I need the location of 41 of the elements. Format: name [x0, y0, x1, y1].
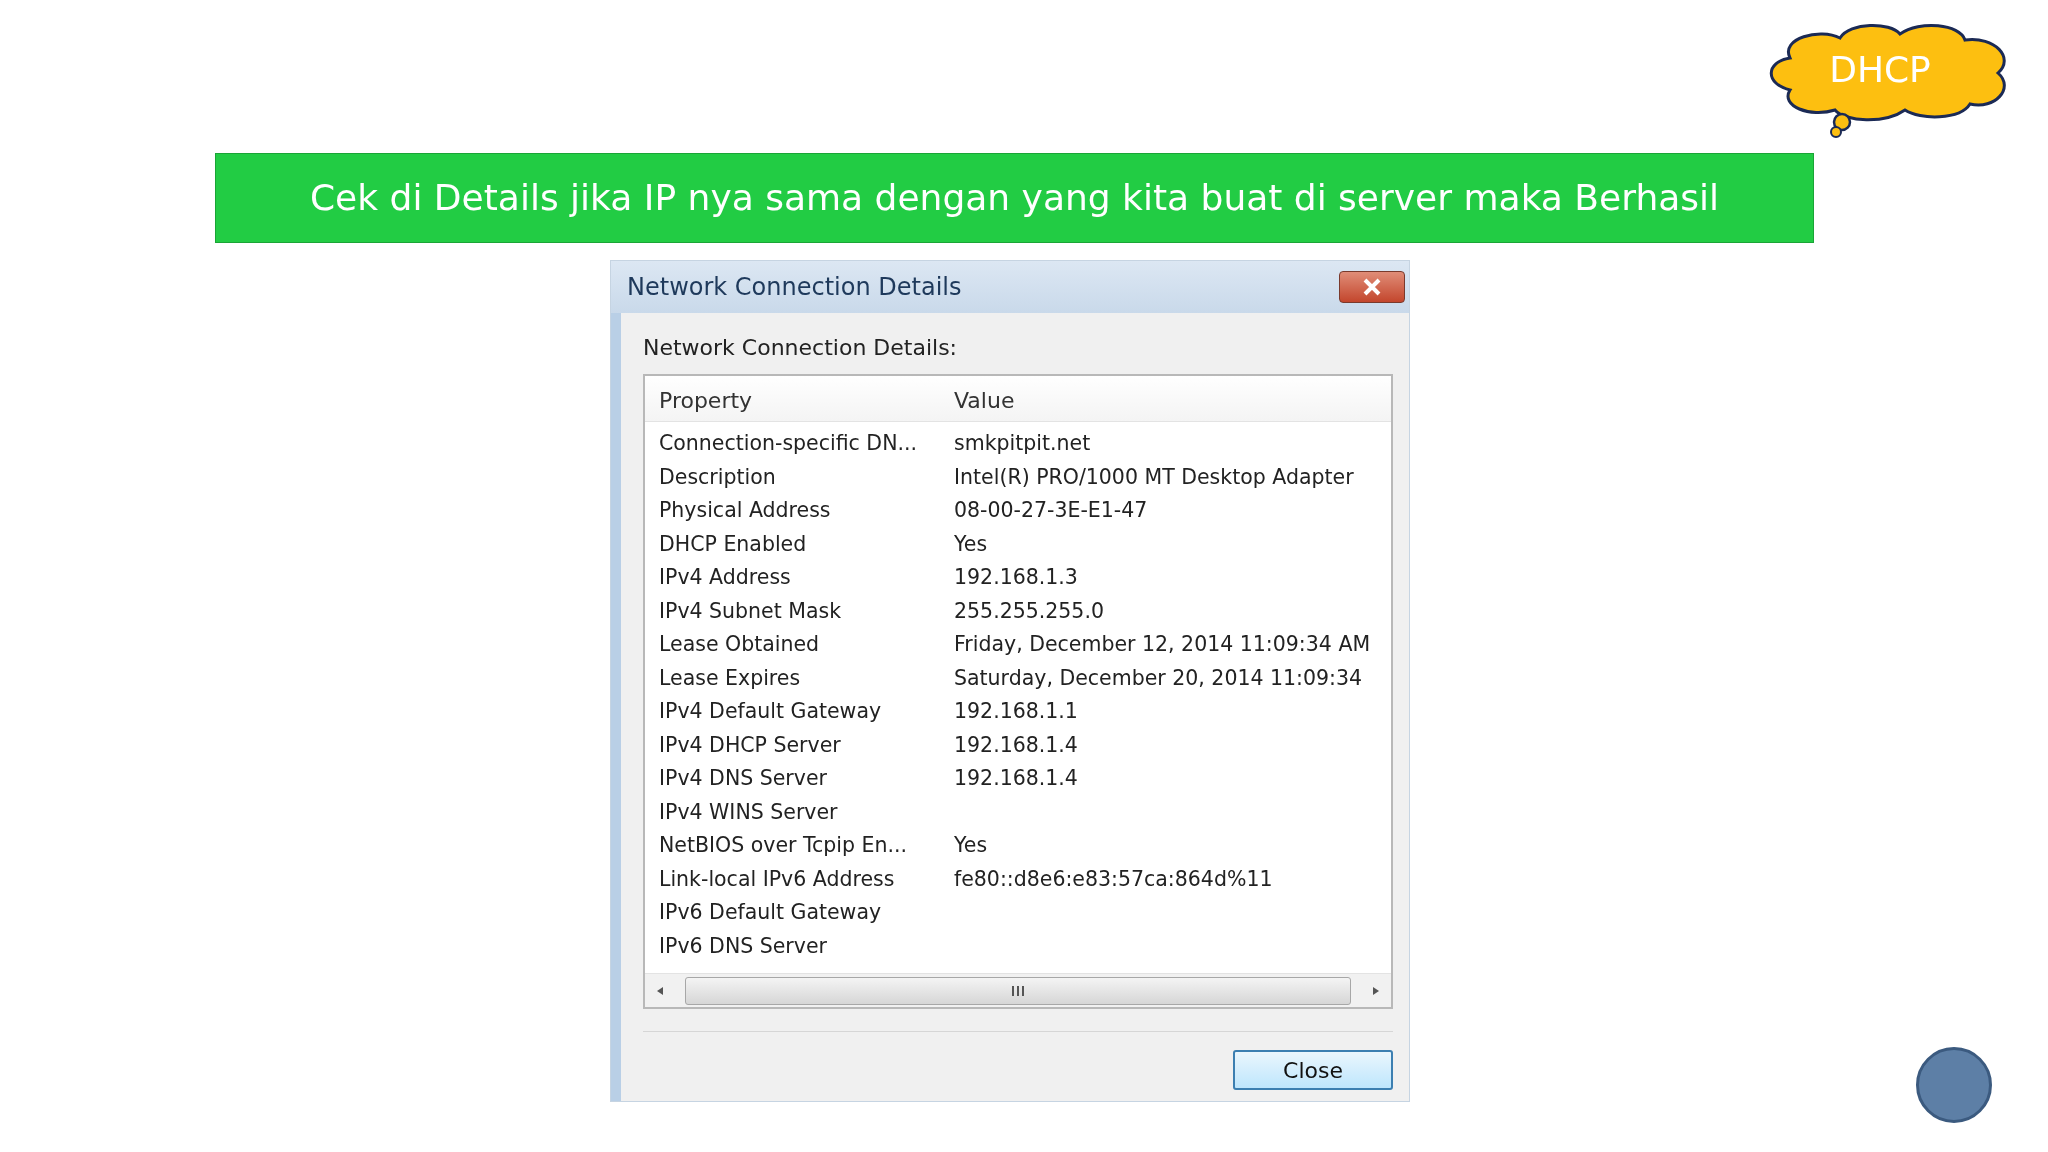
value-cell: 192.168.1.3 — [954, 565, 1078, 589]
value-cell: Yes — [954, 531, 988, 556]
property-cell: IPv6 Default Gateway — [659, 900, 882, 924]
property-cell: NetBIOS over Tcpip En... — [659, 833, 908, 857]
property-cell: IPv4 WINS Server — [659, 799, 838, 824]
property-cell: IPv4 Subnet Mask — [659, 598, 842, 623]
value-cell: smkpitpit.net — [954, 431, 1091, 455]
caption-label: Network Connection Details: — [643, 334, 958, 362]
value-cell: 255.255.255.0 — [954, 598, 1104, 623]
window-title: Network Connection Details — [627, 272, 963, 303]
value-cell: Intel(R) PRO/1000 MT Desktop Adapter — [954, 464, 1354, 489]
value-cell: 08-00-27-3E-E1-47 — [954, 498, 1148, 522]
property-cell: Description — [659, 464, 776, 489]
horizontal-scrollbar[interactable] — [645, 973, 1391, 1007]
value-cell: 192.168.1.4 — [954, 732, 1078, 757]
property-cell: Link-local IPv6 Address — [659, 866, 895, 891]
value-cell: 192.168.1.4 — [954, 766, 1078, 790]
property-cell: Lease Obtained — [659, 632, 820, 656]
column-header: Property — [659, 388, 753, 413]
grip-icon — [1010, 984, 1026, 997]
close-icon — [1361, 278, 1383, 296]
property-cell: IPv4 Address — [659, 565, 791, 589]
banner: Cek di Details jika IP nya sama dengan yang kita buat di server maka Berhasil — [215, 153, 1814, 243]
close-button[interactable] — [1339, 271, 1405, 303]
value-cell: fe80::d8e6:e83:57ca:864d%11 — [954, 866, 1273, 891]
value-cell: Friday, December 12, 2014 11:09:34 AM — [954, 632, 1371, 656]
column-header: Value — [954, 388, 1015, 413]
close-button[interactable]: Close — [1233, 1050, 1393, 1090]
value-cell: Saturday, December 20, 2014 11:09:34 — [954, 665, 1363, 690]
property-cell: IPv4 DHCP Server — [659, 732, 841, 757]
property-cell: IPv4 Default Gateway — [659, 699, 882, 723]
value-cell: 192.168.1.1 — [954, 699, 1078, 723]
callout-text: DHCP — [1828, 48, 1932, 92]
property-cell: Physical Address — [659, 498, 831, 522]
property-cell: IPv4 DNS Server — [659, 766, 827, 790]
property-cell: Lease Expires — [659, 665, 801, 690]
property-cell: Connection-specific DN... — [659, 431, 918, 455]
value-cell: Yes — [954, 833, 988, 857]
scrollbar-thumb[interactable] — [685, 976, 1351, 1005]
property-cell: DHCP Enabled — [659, 531, 807, 556]
property-cell: IPv6 DNS Server — [659, 933, 827, 958]
